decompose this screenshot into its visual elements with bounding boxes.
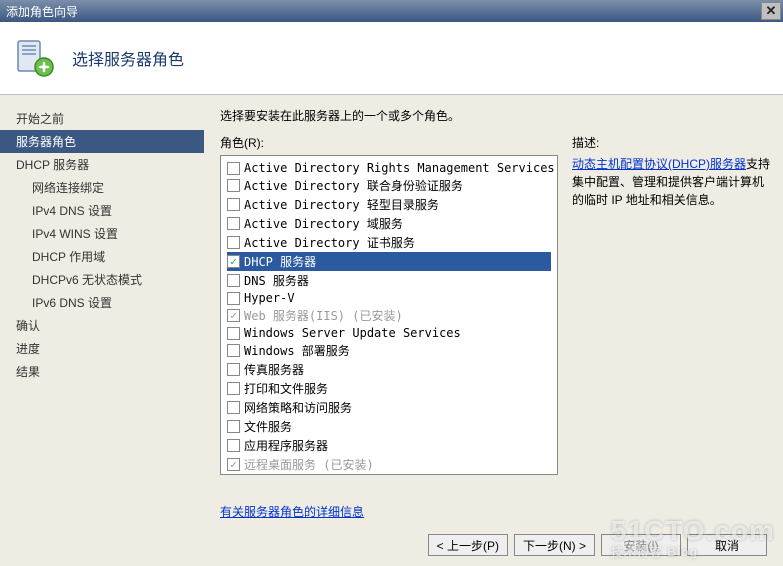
description-text: 动态主机配置协议(DHCP)服务器支持集中配置、管理和提供客户端计算机的临时 I… — [572, 155, 771, 209]
role-item: 远程桌面服务 (已安装) — [227, 455, 551, 474]
checkbox-icon[interactable] — [227, 292, 240, 305]
page-title: 选择服务器角色 — [72, 46, 184, 70]
role-item[interactable]: DNS 服务器 — [227, 271, 551, 290]
description-label: 描述: — [572, 134, 771, 151]
checkbox-icon[interactable] — [227, 274, 240, 287]
role-label: Active Directory Rights Management Servi… — [244, 161, 555, 175]
header: 选择服务器角色 — [0, 22, 783, 95]
checkbox-icon[interactable] — [227, 327, 240, 340]
role-item[interactable]: DHCP 服务器 — [227, 252, 551, 271]
instruction-text: 选择要安装在此服务器上的一个或多个角色。 — [220, 107, 771, 124]
role-item[interactable]: Hyper-V — [227, 290, 551, 306]
role-item[interactable]: Windows 部署服务 — [227, 341, 551, 360]
role-label: DNS 服务器 — [244, 272, 309, 289]
close-button[interactable]: ✕ — [761, 2, 781, 20]
install-button: 安装(I) — [601, 534, 681, 556]
sidebar-item[interactable]: IPv6 DNS 设置 — [0, 291, 204, 314]
sidebar-item[interactable]: IPv4 WINS 设置 — [0, 222, 204, 245]
role-label: 远程桌面服务 (已安装) — [244, 456, 374, 473]
sidebar-item[interactable]: 开始之前 — [0, 107, 204, 130]
role-label: 传真服务器 — [244, 361, 304, 378]
role-label: Hyper-V — [244, 291, 295, 305]
role-item[interactable]: Active Directory 域服务 — [227, 214, 551, 233]
sidebar-item[interactable]: 确认 — [0, 314, 204, 337]
role-item[interactable]: 传真服务器 — [227, 360, 551, 379]
cancel-button[interactable]: 取消 — [687, 534, 767, 556]
roles-listbox[interactable]: Active Directory Rights Management Servi… — [220, 155, 558, 475]
role-label: Active Directory 轻型目录服务 — [244, 196, 439, 213]
prev-button[interactable]: < 上一步(P) — [428, 534, 508, 556]
checkbox-icon[interactable] — [227, 382, 240, 395]
role-item[interactable]: Active Directory 轻型目录服务 — [227, 195, 551, 214]
server-role-icon — [14, 37, 56, 79]
checkbox-icon[interactable] — [227, 363, 240, 376]
main-panel: 选择要安装在此服务器上的一个或多个角色。 角色(R): Active Direc… — [204, 95, 783, 566]
checkbox-icon[interactable] — [227, 344, 240, 357]
checkbox-icon — [227, 309, 240, 322]
sidebar-item[interactable]: DHCP 服务器 — [0, 153, 204, 176]
role-item[interactable]: Active Directory Rights Management Servi… — [227, 160, 551, 176]
role-label: Active Directory 域服务 — [244, 215, 403, 232]
checkbox-icon[interactable] — [227, 179, 240, 192]
role-label: Web 服务器(IIS) (已安装) — [244, 307, 403, 324]
role-item: Web 服务器(IIS) (已安装) — [227, 306, 551, 325]
role-item[interactable]: 应用程序服务器 — [227, 436, 551, 455]
description-link[interactable]: 动态主机配置协议(DHCP)服务器 — [572, 157, 746, 171]
checkbox-icon[interactable] — [227, 217, 240, 230]
checkbox-icon[interactable] — [227, 162, 240, 175]
more-info-link-wrap: 有关服务器角色的详细信息 — [220, 503, 558, 520]
role-item[interactable]: Windows Server Update Services — [227, 325, 551, 341]
sidebar: 开始之前服务器角色DHCP 服务器网络连接绑定IPv4 DNS 设置IPv4 W… — [0, 95, 204, 566]
body: 开始之前服务器角色DHCP 服务器网络连接绑定IPv4 DNS 设置IPv4 W… — [0, 95, 783, 566]
wizard-buttons: < 上一步(P) 下一步(N) > 安装(I) 取消 — [428, 534, 767, 556]
sidebar-item[interactable]: 进度 — [0, 337, 204, 360]
role-label: Windows Server Update Services — [244, 326, 461, 340]
checkbox-icon[interactable] — [227, 198, 240, 211]
role-item[interactable]: Active Directory 联合身份验证服务 — [227, 176, 551, 195]
next-button[interactable]: 下一步(N) > — [514, 534, 595, 556]
role-item[interactable]: 打印和文件服务 — [227, 379, 551, 398]
role-label: DHCP 服务器 — [244, 253, 316, 270]
titlebar: 添加角色向导 ✕ — [0, 0, 783, 22]
checkbox-icon[interactable] — [227, 236, 240, 249]
role-label: 网络策略和访问服务 — [244, 399, 352, 416]
sidebar-item[interactable]: IPv4 DNS 设置 — [0, 199, 204, 222]
role-label: 打印和文件服务 — [244, 380, 328, 397]
checkbox-icon[interactable] — [227, 420, 240, 433]
role-item[interactable]: 文件服务 — [227, 417, 551, 436]
role-label: Active Directory 联合身份验证服务 — [244, 177, 463, 194]
role-label: Active Directory 证书服务 — [244, 234, 415, 251]
sidebar-item[interactable]: 网络连接绑定 — [0, 176, 204, 199]
checkbox-icon[interactable] — [227, 255, 240, 268]
sidebar-item[interactable]: DHCP 作用域 — [0, 245, 204, 268]
checkbox-icon[interactable] — [227, 401, 240, 414]
sidebar-item[interactable]: DHCPv6 无状态模式 — [0, 268, 204, 291]
role-label: Windows 部署服务 — [244, 342, 350, 359]
checkbox-icon — [227, 458, 240, 471]
more-info-link[interactable]: 有关服务器角色的详细信息 — [220, 505, 364, 519]
role-label: 应用程序服务器 — [244, 437, 328, 454]
checkbox-icon[interactable] — [227, 439, 240, 452]
role-item[interactable]: Active Directory 证书服务 — [227, 233, 551, 252]
role-label: 文件服务 — [244, 418, 292, 435]
sidebar-item[interactable]: 结果 — [0, 360, 204, 383]
titlebar-text: 添加角色向导 — [6, 3, 761, 20]
roles-label: 角色(R): — [220, 134, 558, 151]
role-item[interactable]: 网络策略和访问服务 — [227, 398, 551, 417]
sidebar-item[interactable]: 服务器角色 — [0, 130, 204, 153]
